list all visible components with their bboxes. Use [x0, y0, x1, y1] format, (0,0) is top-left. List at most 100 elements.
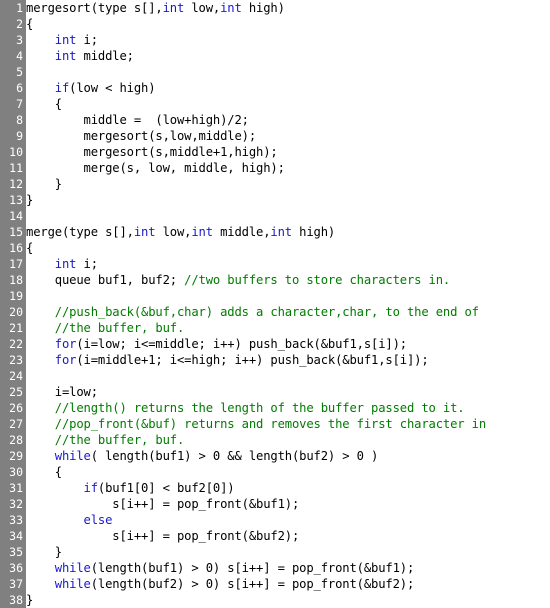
code-token: merge(type s[], — [26, 225, 134, 239]
line-number: 22 — [9, 337, 23, 351]
code-line[interactable]: //pop_front(&buf) returns and removes th… — [26, 416, 550, 432]
line-number: 20 — [9, 305, 23, 319]
code-line[interactable]: queue buf1, buf2; //two buffers to store… — [26, 272, 550, 288]
code-token: (i=middle+1; i<=high; i++) push_back(&bu… — [76, 353, 429, 367]
line-number: 19 — [9, 289, 23, 303]
code-line[interactable]: while(length(buf2) > 0) s[i++] = pop_fro… — [26, 576, 550, 592]
keyword-token: int — [54, 49, 77, 63]
line-number: 1 — [16, 1, 23, 15]
code-line[interactable]: mergesort(s,low,middle); — [26, 128, 550, 144]
code-token: } — [26, 177, 62, 191]
code-line[interactable]: if(low < high) — [26, 80, 550, 96]
keyword-token: int — [191, 225, 213, 239]
line-number: 37 — [9, 577, 23, 591]
code-line[interactable]: s[i++] = pop_front(&buf1); — [26, 496, 550, 512]
code-viewer[interactable]: 1 2 3 4 5 6 7 8 9 10 11 12 13 14 15 16 17 18 19 20 21 22 23 24 2… — [0, 0, 550, 608]
code-line[interactable]: { — [26, 464, 550, 480]
code-token: queue buf1, buf2; — [26, 273, 185, 287]
code-token: high) — [241, 1, 285, 15]
code-line[interactable]: int i; — [26, 256, 550, 272]
code-line[interactable]: else — [26, 512, 550, 528]
code-token: } — [26, 193, 34, 207]
line-number: 34 — [9, 529, 23, 543]
code-line[interactable]: while( length(buf1) > 0 && length(buf2) … — [26, 448, 550, 464]
code-line[interactable]: { — [26, 240, 550, 256]
code-line[interactable]: while(length(buf1) > 0) s[i++] = pop_fro… — [26, 560, 550, 576]
line-number: 13 — [9, 193, 23, 207]
code-token: mergesort(s,low,middle); — [26, 129, 257, 143]
line-number: 23 — [9, 353, 23, 367]
code-line[interactable]: //the buffer, buf. — [26, 432, 550, 448]
code-line[interactable]: //the buffer, buf. — [26, 320, 550, 336]
code-line[interactable]: //push_back(&buf,char) adds a character,… — [26, 304, 550, 320]
code-line[interactable]: } — [26, 592, 550, 608]
code-line[interactable]: mergesort(type s[],int low,int high) — [26, 0, 550, 16]
code-token: i=low; — [26, 385, 98, 399]
code-line[interactable]: middle = (low+high)/2; — [26, 112, 550, 128]
keyword-token: while — [54, 577, 91, 591]
code-text-area[interactable]: mergesort(type s[],int low,int high){ in… — [26, 0, 550, 608]
code-token: (i=low; i<=middle; i++) push_back(&buf1,… — [76, 337, 407, 351]
keyword-token: int — [220, 1, 242, 15]
code-line[interactable] — [26, 208, 550, 224]
code-token: } — [26, 593, 34, 607]
code-line[interactable]: for(i=low; i<=middle; i++) push_back(&bu… — [26, 336, 550, 352]
code-token: high) — [291, 225, 336, 239]
keyword-token: if — [83, 481, 99, 495]
code-line[interactable]: merge(type s[],int low,int middle,int hi… — [26, 224, 550, 240]
code-line[interactable]: } — [26, 544, 550, 560]
code-line[interactable]: for(i=middle+1; i<=high; i++) push_back(… — [26, 352, 550, 368]
code-line[interactable]: int middle; — [26, 48, 550, 64]
line-number: 27 — [9, 417, 23, 431]
line-number: 26 — [9, 401, 23, 415]
code-line[interactable]: //length() returns the length of the buf… — [26, 400, 550, 416]
code-line[interactable] — [26, 288, 550, 304]
line-number: 36 — [9, 561, 23, 575]
line-number: 7 — [16, 97, 23, 111]
code-token: merge(s, low, middle, high); — [26, 161, 285, 175]
code-line[interactable]: { — [26, 96, 550, 112]
line-number: 3 — [16, 33, 23, 47]
keyword-token: if — [54, 81, 70, 95]
code-line[interactable]: } — [26, 192, 550, 208]
code-token: mergesort(type s[], — [26, 1, 163, 15]
line-number: 25 — [9, 385, 23, 399]
keyword-token: else — [83, 513, 113, 527]
code-token: s[i++] = pop_front(&buf2); — [26, 529, 300, 543]
code-line[interactable]: } — [26, 176, 550, 192]
code-line[interactable]: int i; — [26, 32, 550, 48]
keyword-token: while — [54, 561, 91, 575]
comment-token: //two buffers to store characters in. — [184, 273, 451, 287]
code-token: { — [26, 97, 62, 111]
code-line[interactable]: if(buf1[0] < buf2[0]) — [26, 480, 550, 496]
keyword-token: int — [270, 225, 292, 239]
comment-token: //push_back(&buf,char) adds a character,… — [54, 305, 479, 319]
line-number: 14 — [9, 209, 23, 223]
keyword-token: int — [133, 225, 156, 239]
line-number: 6 — [16, 81, 23, 95]
code-line[interactable]: merge(s, low, middle, high); — [26, 160, 550, 176]
line-number: 29 — [9, 449, 23, 463]
code-token: { — [26, 465, 62, 479]
keyword-token: for — [54, 353, 77, 367]
code-line[interactable]: mergesort(s,middle+1,high); — [26, 144, 550, 160]
code-line[interactable]: { — [26, 16, 550, 32]
line-number: 12 — [9, 177, 23, 191]
line-number: 2 — [16, 17, 23, 31]
code-token: low, — [155, 225, 192, 239]
code-line[interactable] — [26, 64, 550, 80]
code-token: ( length(buf1) > 0 && length(buf2) > 0 ) — [90, 449, 379, 463]
code-line[interactable]: s[i++] = pop_front(&buf2); — [26, 528, 550, 544]
code-line[interactable] — [26, 368, 550, 384]
code-token: middle; — [76, 49, 134, 63]
code-line[interactable]: i=low; — [26, 384, 550, 400]
keyword-token: for — [54, 337, 77, 351]
